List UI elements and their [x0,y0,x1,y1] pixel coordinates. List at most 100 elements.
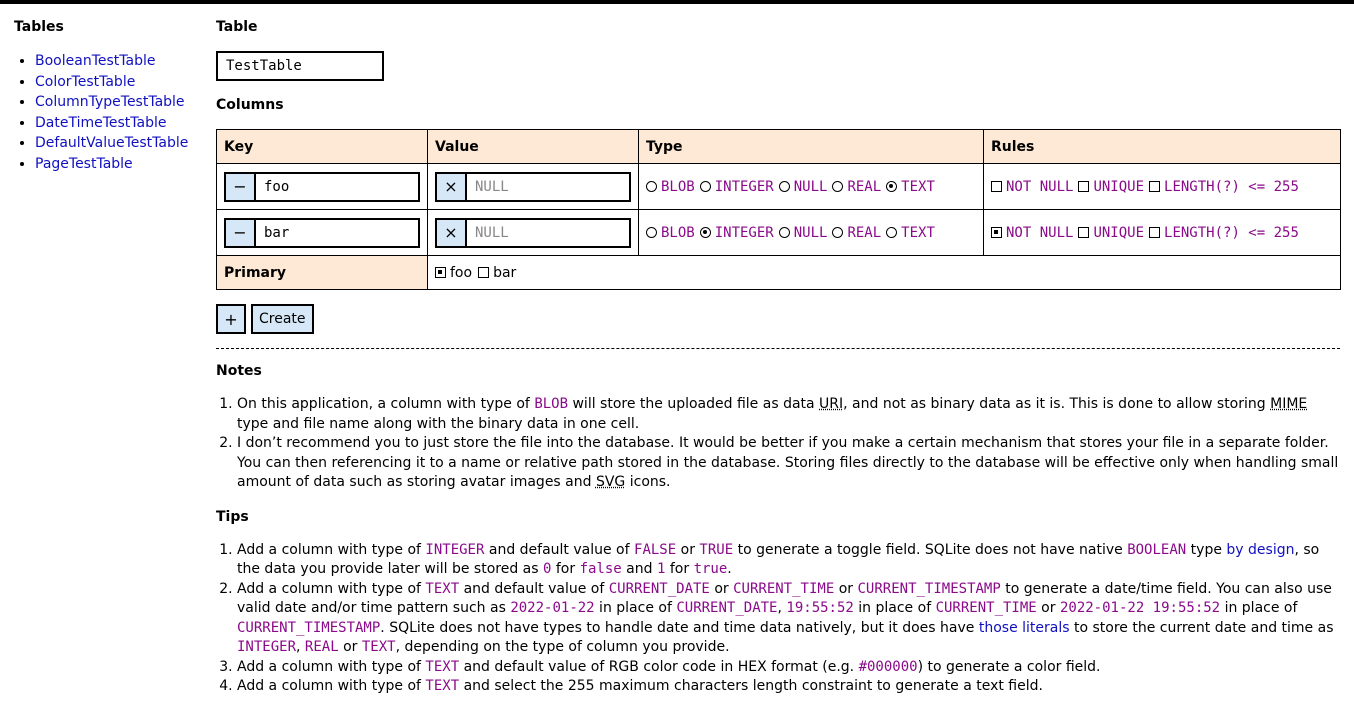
type-option-integer[interactable]: INTEGER [699,178,774,195]
radio-button[interactable] [832,227,844,238]
header-key: Key [216,129,428,164]
radio-button[interactable] [646,181,657,192]
table-link-colortesttable[interactable]: ColorTestTable [35,74,135,90]
key-input[interactable]: foo [256,174,418,200]
columns-heading: Columns [216,97,284,113]
table-list: BooleanTestTable ColorTestTable ColumnTy… [14,51,204,175]
type-option-real[interactable]: REAL [832,179,881,195]
checkbox[interactable] [478,267,490,278]
tip-item: Add a column with type of TEXT and defau… [237,580,1340,658]
actions: + Create [216,304,1340,334]
type-option-null[interactable]: NULL [778,224,828,241]
value-input[interactable]: NULL [467,174,629,200]
type-option-real[interactable]: REAL [832,225,881,241]
key-field: − bar [224,217,420,248]
table-link-datetimetesttable[interactable]: DateTimeTestTable [35,115,167,131]
table-link-columntypetesttable[interactable]: ColumnTypeTestTable [35,94,185,110]
checkbox-checked[interactable] [435,267,446,278]
by-design-link[interactable]: by design [1226,542,1294,558]
rule-length[interactable]: LENGTH(?) <= 255 [1149,179,1299,195]
note-item: I don’t recommend you to just store the … [237,434,1340,493]
tip-item: Add a column with type of INTEGER and de… [237,541,1340,580]
type-label: NULL [793,224,828,241]
table-link-pagetesttable[interactable]: PageTestTable [35,156,133,172]
type-option-blob[interactable]: BLOB [646,225,695,241]
value-field: × NULL [435,171,631,202]
tip-item: Add a column with type of TEXT and defau… [237,658,1340,678]
rule-label: NOT NULL [1006,178,1074,195]
checkbox[interactable] [1078,181,1090,192]
primary-option-bar[interactable]: bar [478,265,516,281]
rule-unique[interactable]: UNIQUE [1078,179,1144,195]
primary-label: Primary [216,255,428,290]
rule-not-null[interactable]: NOT NULL [991,179,1073,195]
remove-column-button[interactable]: − [226,173,256,200]
type-label: TEXT [901,178,935,195]
primary-option-foo[interactable]: foo [435,265,472,281]
type-label: INTEGER [714,178,774,195]
divider [216,348,1340,349]
type-option-integer[interactable]: INTEGER [699,225,774,241]
checkbox-checked[interactable] [991,227,1002,238]
those-literals-link[interactable]: those literals [979,620,1070,636]
clear-value-button[interactable]: × [437,219,467,246]
tip-item: Add a column with type of TEXT and selec… [237,677,1340,697]
type-label: NULL [793,178,828,195]
table-link-defaultvaluetesttable[interactable]: DefaultValueTestTable [35,135,188,151]
radio-button[interactable] [646,227,657,238]
table-list-item: DateTimeTestTable [35,113,204,134]
type-cell: BLOB INTEGER NULL REAL TEXT [638,209,984,256]
type-label: REAL [847,224,882,241]
key-field: − foo [224,171,420,202]
type-label: BLOB [661,178,695,195]
rule-options: NOT NULL UNIQUE LENGTH(?) <= 255 [991,225,1333,241]
radio-button[interactable] [699,181,711,192]
add-column-button[interactable]: + [216,304,246,334]
primary-row: Primary foo bar [216,255,1341,290]
rule-unique[interactable]: UNIQUE [1078,225,1144,241]
rule-length[interactable]: LENGTH(?) <= 255 [1149,225,1299,241]
table-list-item: BooleanTestTable [35,51,204,72]
key-input[interactable]: bar [256,220,418,246]
type-label: TEXT [901,224,935,241]
type-options: BLOB INTEGER NULL REAL TEXT [646,179,976,195]
create-button[interactable]: Create [251,304,314,334]
note-item: On this application, a column with type … [237,395,1340,434]
table-name-input[interactable]: TestTable [216,51,384,81]
primary-option-label: bar [493,264,517,281]
radio-button[interactable] [886,227,898,238]
type-option-null[interactable]: NULL [778,178,828,195]
table-list-item: ColumnTypeTestTable [35,92,204,113]
table-heading: Table [216,19,258,35]
table-list-item: ColorTestTable [35,72,204,93]
rule-label: LENGTH(?) <= 255 [1164,178,1299,195]
rule-label: NOT NULL [1006,224,1074,241]
radio-button-selected[interactable] [699,227,711,238]
tips-list: Add a column with type of INTEGER and de… [216,541,1340,697]
main-content: Table TestTable Columns Key Value Type R… [216,19,1341,697]
radio-button-selected[interactable] [886,181,898,192]
header-rules: Rules [983,129,1341,164]
value-input[interactable]: NULL [467,220,629,246]
rules-cell: NOT NULL UNIQUE LENGTH(?) <= 255 [983,163,1341,210]
value-cell: × NULL [427,163,639,210]
type-option-blob[interactable]: BLOB [646,179,695,195]
tips-heading: Tips [216,508,249,525]
remove-column-button[interactable]: − [226,219,256,246]
table-row: − foo × NULL BLOB INTEGER NULL REAL TEXT [216,163,1341,210]
rule-not-null[interactable]: NOT NULL [991,225,1073,241]
rule-options: NOT NULL UNIQUE LENGTH(?) <= 255 [991,179,1333,195]
checkbox[interactable] [1149,227,1161,238]
radio-button[interactable] [778,227,790,238]
type-option-text[interactable]: TEXT [886,225,935,241]
checkbox[interactable] [1149,181,1161,192]
radio-button[interactable] [778,181,790,192]
value-cell: × NULL [427,209,639,256]
type-option-text[interactable]: TEXT [886,179,935,195]
checkbox[interactable] [1078,227,1090,238]
clear-value-button[interactable]: × [437,173,467,200]
columns-table: Key Value Type Rules − foo × NULL BLOB I… [216,129,1341,290]
radio-button[interactable] [832,181,844,192]
table-link-booleantesttable[interactable]: BooleanTestTable [35,53,155,69]
checkbox[interactable] [991,181,1002,192]
